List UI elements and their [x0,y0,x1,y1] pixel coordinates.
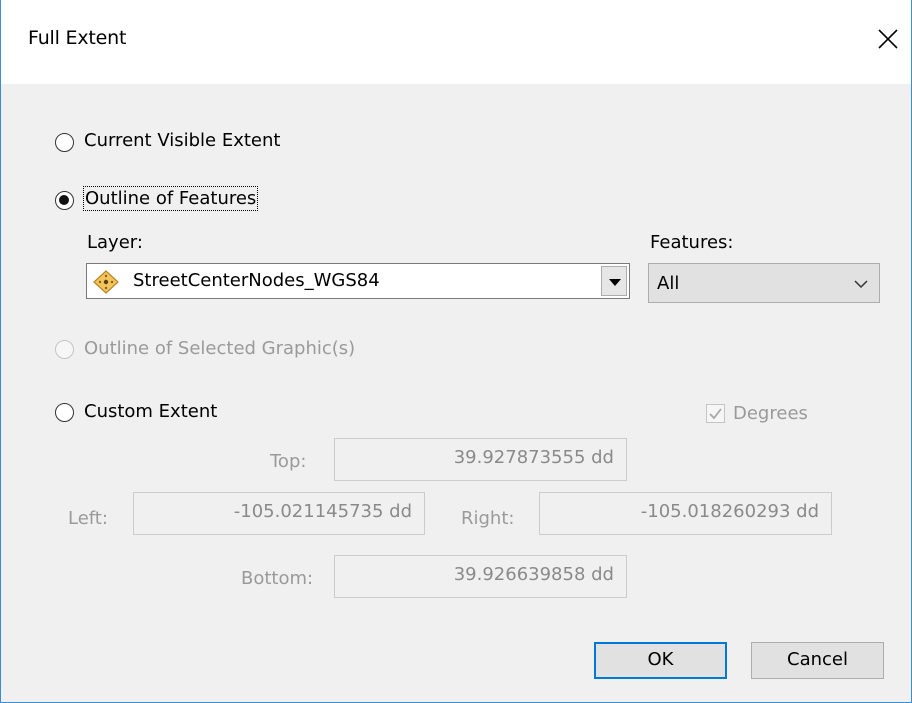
right-field[interactable]: -105.018260293 dd [539,492,832,535]
dialog-title: Full Extent [28,27,127,49]
cancel-button[interactable]: Cancel [751,642,884,679]
label-custom-extent: Custom Extent [84,401,218,422]
top-label: Top: [270,451,307,472]
radio-outline-of-features[interactable] [55,191,74,210]
close-button[interactable] [873,24,903,54]
left-field-value: -105.021145735 dd [233,501,412,522]
right-label: Right: [461,508,515,529]
features-select[interactable]: All [648,263,880,303]
features-label: Features: [650,232,734,253]
right-field-value: -105.018260293 dd [640,501,819,522]
bottom-label: Bottom: [241,568,314,589]
checkmark-icon [709,408,722,420]
degrees-label: Degrees [733,403,808,424]
label-outline-of-selected-graphics: Outline of Selected Graphic(s) [84,338,356,359]
point-layer-icon [93,270,119,294]
layer-combobox-value: StreetCenterNodes_WGS84 [133,270,380,291]
bottom-field-value: 39.926639858 dd [453,564,614,585]
layer-combobox[interactable]: StreetCenterNodes_WGS84 [86,263,630,299]
label-current-visible-extent: Current Visible Extent [84,130,281,151]
top-field[interactable]: 39.927873555 dd [334,438,627,481]
title-bar: Full Extent [1,0,911,84]
layer-dropdown-button[interactable] [601,266,627,296]
bottom-field[interactable]: 39.926639858 dd [334,555,627,598]
radio-outline-of-selected-graphics[interactable] [55,340,74,359]
radio-custom-extent[interactable] [55,403,74,422]
features-select-value: All [657,273,680,294]
full-extent-dialog: Full Extent Current Visible Extent Outli… [0,0,912,703]
radio-current-visible-extent[interactable] [55,133,74,152]
left-field[interactable]: -105.021145735 dd [133,492,425,535]
degrees-checkbox[interactable] [706,404,725,423]
label-outline-of-features: Outline of Features [82,186,259,211]
left-label: Left: [68,508,108,529]
ok-button[interactable]: OK [594,642,727,679]
layer-label: Layer: [87,232,143,253]
close-icon [878,29,898,49]
top-field-value: 39.927873555 dd [453,447,614,468]
chevron-down-icon [854,280,868,289]
